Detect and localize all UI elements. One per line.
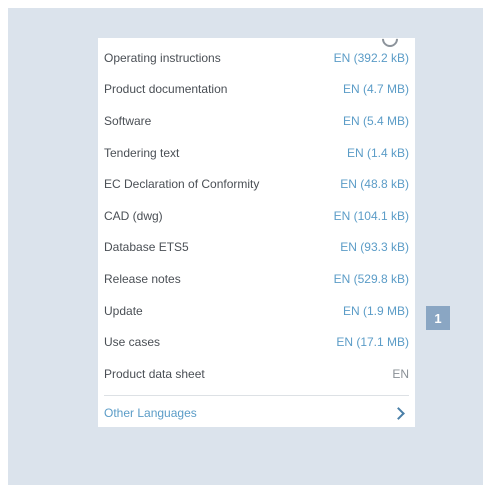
download-row-database-ets5[interactable]: Database ETS5 EN (93.3 kB)	[98, 232, 415, 264]
divider	[104, 395, 409, 396]
download-row-software[interactable]: Software EN (5.4 MB)	[98, 105, 415, 137]
download-size[interactable]: EN (104.1 kB)	[334, 209, 409, 223]
download-row-product-data-sheet[interactable]: Product data sheet EN	[98, 358, 415, 390]
download-size[interactable]: EN (1.4 kB)	[347, 146, 409, 160]
downloads-panel: Operating instructions EN (392.2 kB) Pro…	[98, 38, 415, 427]
download-size[interactable]: EN (392.2 kB)	[334, 51, 409, 65]
download-row-release-notes[interactable]: Release notes EN (529.8 kB)	[98, 263, 415, 295]
download-label: CAD (dwg)	[104, 208, 163, 223]
callout-marker-badge: 1	[426, 306, 450, 330]
download-row-tendering-text[interactable]: Tendering text EN (1.4 kB)	[98, 137, 415, 169]
download-label: EC Declaration of Conformity	[104, 177, 260, 192]
other-languages-link[interactable]: Other Languages	[104, 402, 409, 424]
download-row-use-cases[interactable]: Use cases EN (17.1 MB)	[98, 326, 415, 358]
download-row-cad-dwg[interactable]: CAD (dwg) EN (104.1 kB)	[98, 200, 415, 232]
download-size[interactable]: EN (17.1 MB)	[336, 335, 409, 349]
download-size[interactable]: EN (1.9 MB)	[343, 304, 409, 318]
figure-background: Operating instructions EN (392.2 kB) Pro…	[8, 8, 483, 485]
downloads-list: Operating instructions EN (392.2 kB) Pro…	[98, 42, 415, 390]
download-label: Update	[104, 303, 143, 318]
download-size[interactable]: EN (5.4 MB)	[343, 114, 409, 128]
download-row-product-documentation[interactable]: Product documentation EN (4.7 MB)	[98, 74, 415, 106]
chevron-right-icon	[392, 406, 405, 420]
download-label: Operating instructions	[104, 50, 221, 65]
other-languages-label: Other Languages	[104, 406, 197, 420]
download-row-ec-declaration[interactable]: EC Declaration of Conformity EN (48.8 kB…	[98, 168, 415, 200]
download-label: Release notes	[104, 271, 181, 286]
download-size[interactable]: EN	[392, 367, 409, 381]
download-row-operating-instructions[interactable]: Operating instructions EN (392.2 kB)	[98, 42, 415, 74]
download-size[interactable]: EN (4.7 MB)	[343, 82, 409, 96]
download-size[interactable]: EN (529.8 kB)	[334, 272, 409, 286]
download-label: Software	[104, 113, 152, 128]
download-label: Tendering text	[104, 145, 180, 160]
download-label: Product data sheet	[104, 366, 205, 381]
download-label: Product documentation	[104, 82, 228, 97]
download-size[interactable]: EN (48.8 kB)	[340, 177, 409, 191]
download-row-update[interactable]: Update EN (1.9 MB)	[98, 295, 415, 327]
download-label: Use cases	[104, 335, 161, 350]
download-size[interactable]: EN (93.3 kB)	[340, 240, 409, 254]
download-label: Database ETS5	[104, 240, 189, 255]
